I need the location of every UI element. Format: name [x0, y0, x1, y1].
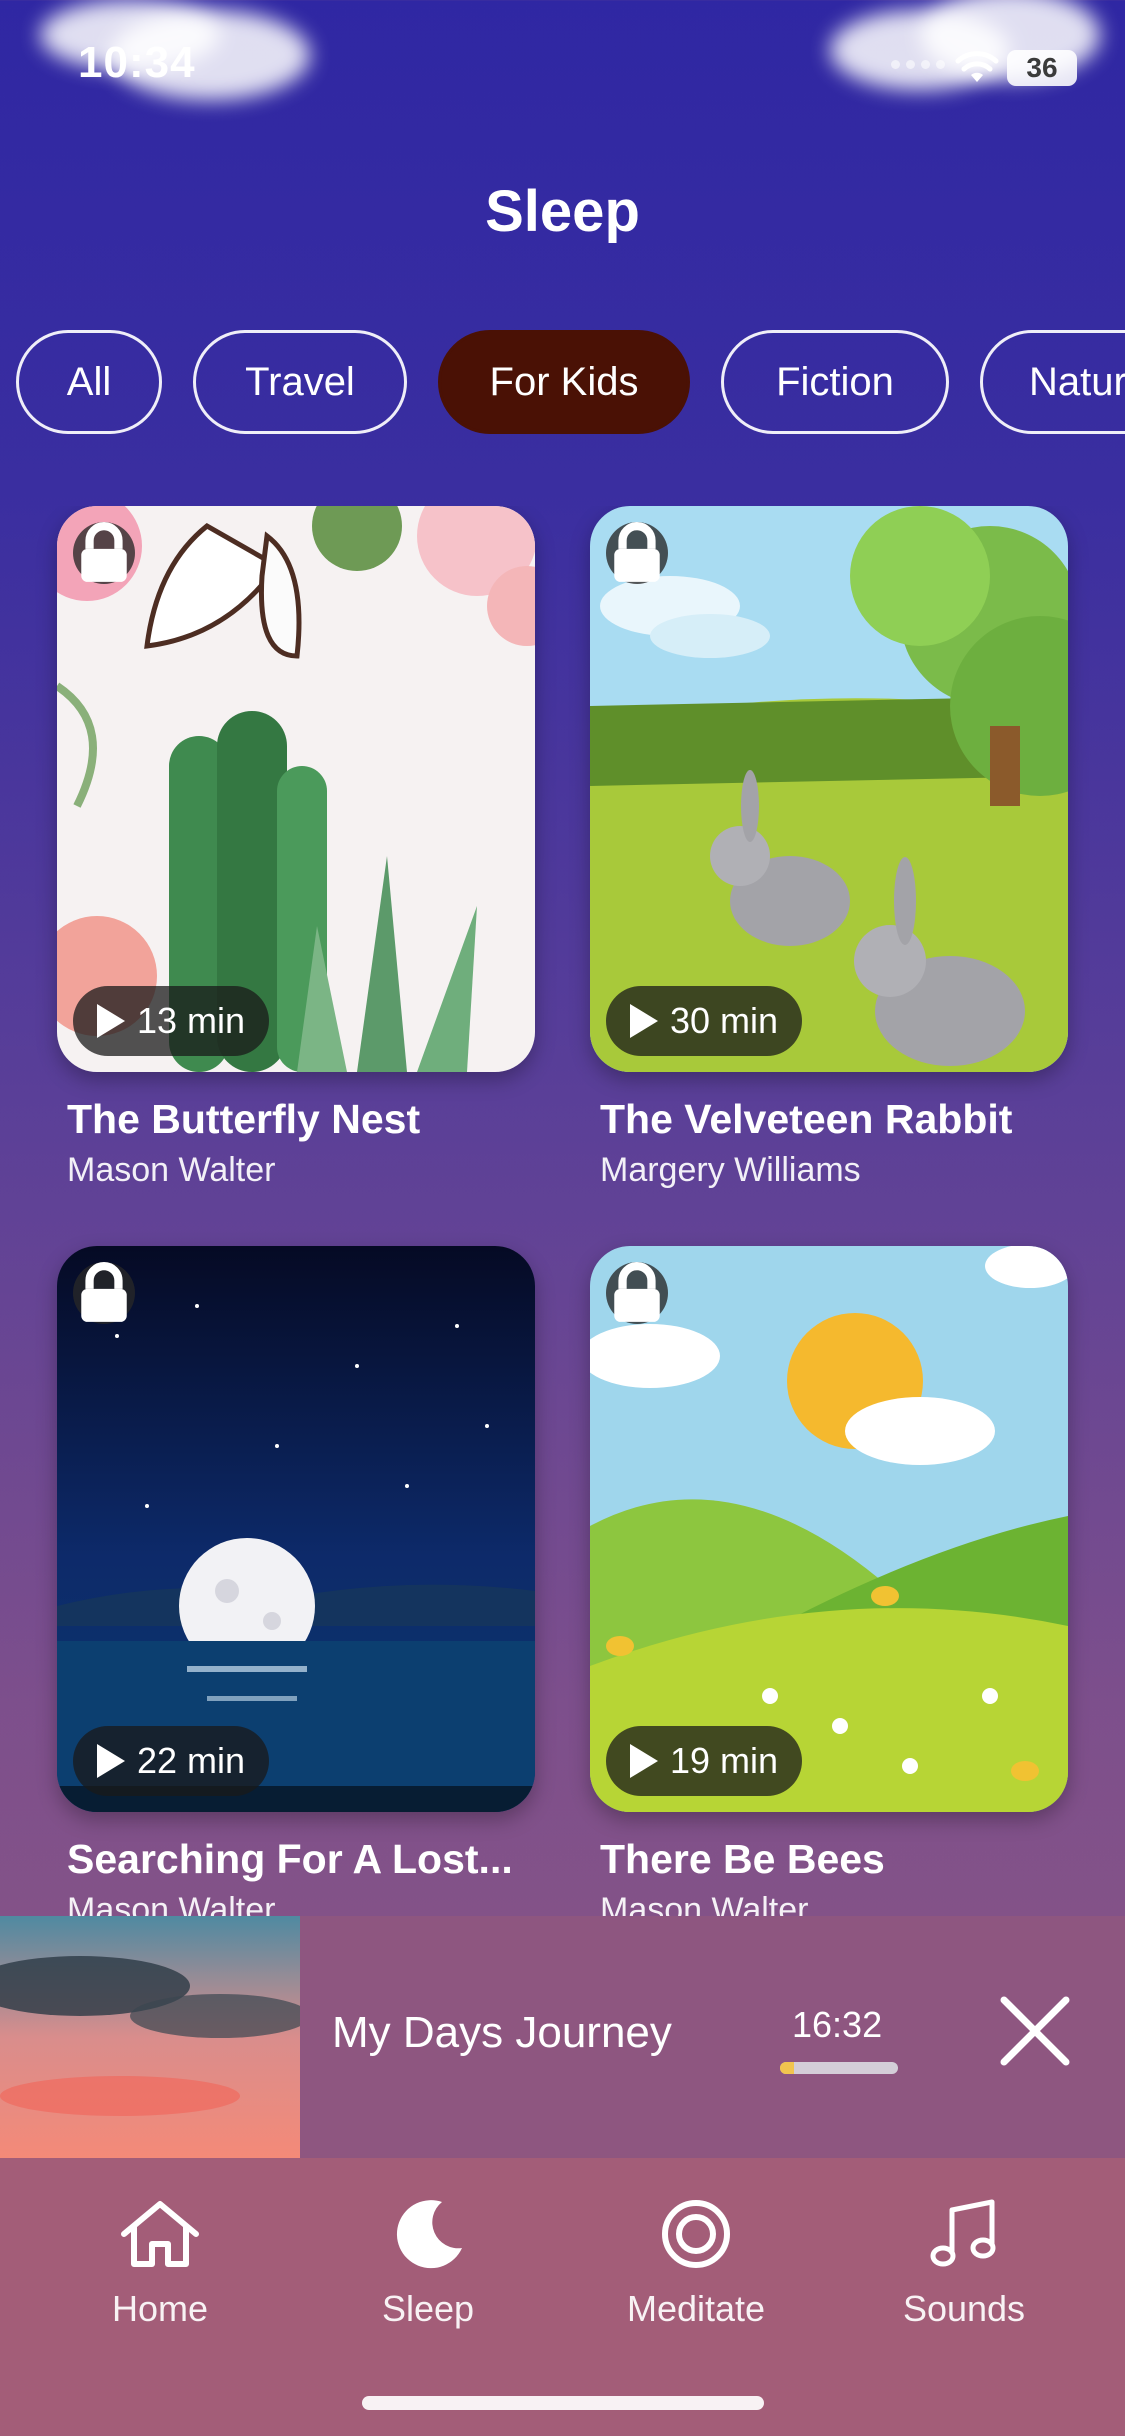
now-playing-artwork: [0, 1916, 300, 2158]
close-icon[interactable]: [990, 1986, 1080, 2076]
tab-label: Sleep: [381, 2288, 475, 2329]
duration-badge: 22 min: [73, 1726, 270, 1796]
moon-icon: [396, 2200, 462, 2269]
battery-indicator: 36: [1007, 50, 1077, 86]
cellular-signal-icon: [891, 60, 945, 69]
duration-text: 19 min: [670, 1740, 779, 1781]
music-note-icon: [930, 2199, 996, 2267]
tab-label: Home: [111, 2288, 209, 2329]
tab-label: Meditate: [626, 2288, 766, 2329]
mini-player[interactable]: My Days Journey 16:32: [0, 1916, 1125, 2158]
story-thumbnail: 13 min: [57, 506, 535, 1072]
play-icon: [630, 1004, 658, 1038]
duration-badge: 19 min: [606, 1726, 803, 1796]
story-thumbnail: 19 min: [590, 1246, 1068, 1812]
filter-chip-all[interactable]: All: [16, 330, 162, 434]
story-thumbnail: 30 min: [590, 506, 1068, 1072]
story-title: There Be Bees: [600, 1836, 885, 1882]
story-card[interactable]: 30 min The Velveteen Rabbit Margery Will…: [590, 506, 1068, 1190]
playback-progress-fill: [780, 2062, 795, 2074]
home-indicator[interactable]: [362, 2396, 764, 2410]
tab-sounds[interactable]: Sounds: [864, 2198, 1064, 2330]
tab-home[interactable]: Home: [60, 2198, 260, 2330]
story-title: Searching For A Lost...: [67, 1836, 513, 1882]
duration-badge: 13 min: [73, 986, 270, 1056]
wifi-icon: [955, 51, 999, 82]
story-card[interactable]: 13 min The Butterfly Nest Mason Walter: [57, 506, 535, 1190]
playback-progress-bar[interactable]: [780, 2062, 898, 2074]
play-icon: [630, 1744, 658, 1778]
story-grid: 13 min The Butterfly Nest Mason Walter 3…: [0, 506, 1125, 1916]
filter-chip-fiction[interactable]: Fiction: [721, 330, 949, 434]
lock-icon: [73, 1262, 135, 1324]
story-thumbnail: 22 min: [57, 1246, 535, 1812]
story-title: The Velveteen Rabbit: [600, 1096, 1013, 1142]
story-title: The Butterfly Nest: [67, 1096, 421, 1142]
status-time: 10:34: [78, 38, 196, 87]
duration-text: 13 min: [137, 1000, 246, 1041]
story-author: Mason Walter: [67, 1891, 276, 1916]
category-filter-bar: All Travel For Kids Fiction Natur: [16, 330, 1125, 434]
status-bar: 10:34 36: [0, 0, 1125, 140]
bottom-tab-bar: Home Sleep Meditate Sounds: [0, 2158, 1125, 2436]
tab-label: Sounds: [902, 2288, 1026, 2329]
story-author: Margery Williams: [600, 1151, 861, 1189]
house-icon: [121, 2201, 199, 2267]
now-playing-title: My Days Journey: [332, 2008, 672, 2057]
now-playing-time: 16:32: [792, 2004, 883, 2045]
page-title: Sleep: [485, 179, 640, 244]
lock-icon: [73, 522, 135, 584]
story-author: Mason Walter: [67, 1151, 276, 1189]
target-icon: [662, 2200, 730, 2268]
play-icon: [97, 1744, 125, 1778]
filter-chip-for-kids[interactable]: For Kids: [438, 330, 690, 434]
filter-chip-travel[interactable]: Travel: [193, 330, 407, 434]
story-author: Mason Walter: [600, 1891, 809, 1916]
lock-icon: [606, 1262, 668, 1324]
duration-badge: 30 min: [606, 986, 803, 1056]
story-card[interactable]: 22 min Searching For A Lost... Mason Wal…: [57, 1246, 535, 1916]
duration-text: 30 min: [670, 1000, 779, 1041]
filter-chip-nature[interactable]: Natur: [980, 330, 1125, 434]
tab-meditate[interactable]: Meditate: [596, 2198, 796, 2330]
duration-text: 22 min: [137, 1740, 246, 1781]
lock-icon: [606, 522, 668, 584]
tab-sleep[interactable]: Sleep: [328, 2198, 528, 2330]
play-icon: [97, 1004, 125, 1038]
story-card[interactable]: 19 min There Be Bees Mason Walter: [590, 1246, 1068, 1916]
